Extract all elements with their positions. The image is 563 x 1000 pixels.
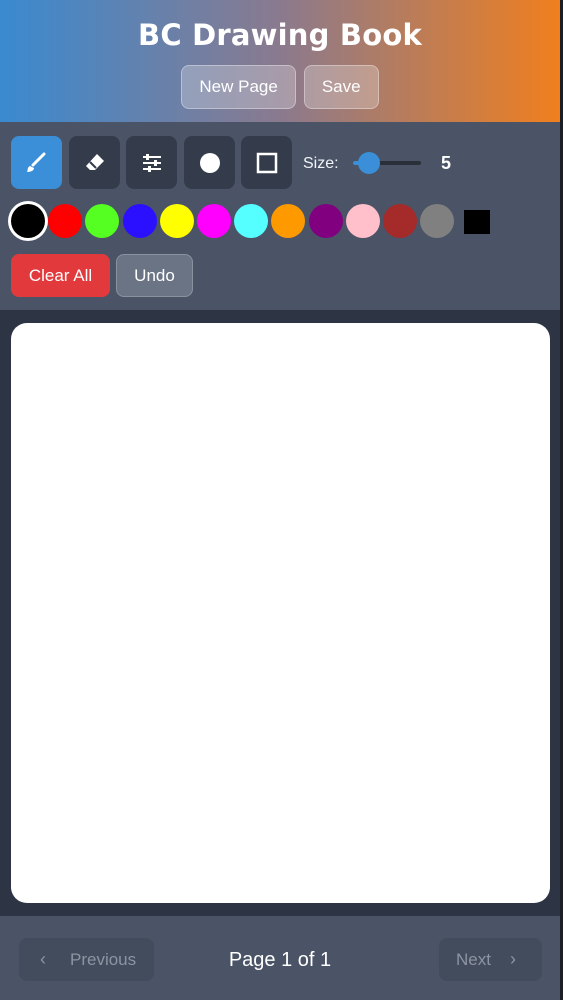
drawing-canvas[interactable] xyxy=(11,323,550,903)
canvas-area xyxy=(0,310,560,916)
size-label: Size: xyxy=(303,155,339,172)
eraser-tool-button[interactable] xyxy=(69,136,120,189)
color-swatch[interactable] xyxy=(48,204,83,238)
undo-button[interactable]: Undo xyxy=(116,254,193,297)
header-actions: New Page Save xyxy=(0,65,560,109)
circle-icon xyxy=(199,152,220,173)
color-swatch[interactable] xyxy=(271,204,306,238)
next-page-button[interactable]: Next › xyxy=(439,938,542,981)
circle-tool-button[interactable] xyxy=(184,136,235,189)
color-swatch[interactable] xyxy=(85,204,120,238)
size-slider-thumb[interactable] xyxy=(357,152,380,174)
brush-tool-button[interactable] xyxy=(11,136,62,189)
color-swatch[interactable] xyxy=(234,204,269,238)
color-swatch[interactable] xyxy=(197,204,231,238)
square-icon xyxy=(256,152,277,173)
next-label: Next xyxy=(456,950,491,969)
color-swatch[interactable] xyxy=(420,204,455,238)
color-swatch[interactable] xyxy=(308,204,343,238)
new-page-button[interactable]: New Page xyxy=(181,65,296,109)
color-swatch[interactable] xyxy=(122,204,157,238)
color-swatch[interactable] xyxy=(383,204,417,238)
size-value: 5 xyxy=(441,153,452,173)
app-title: BC Drawing Book xyxy=(138,18,422,52)
custom-color-picker[interactable] xyxy=(464,210,490,234)
clear-all-button[interactable]: Clear All xyxy=(11,254,110,297)
color-swatch[interactable] xyxy=(345,204,380,238)
rectangle-tool-button[interactable] xyxy=(241,136,292,189)
color-swatch[interactable] xyxy=(159,204,194,238)
color-swatch[interactable] xyxy=(11,204,45,238)
brush-icon xyxy=(26,152,45,172)
sliders-icon xyxy=(142,153,161,172)
page-navigation: ‹ Previous Page 1 of 1 Next › xyxy=(0,916,560,1000)
chevron-right-icon: › xyxy=(510,949,516,969)
save-button[interactable]: Save xyxy=(303,65,379,109)
eraser-icon xyxy=(85,153,104,170)
settings-tool-button[interactable] xyxy=(126,136,177,189)
app-header: BC Drawing Book New Page Save xyxy=(0,0,560,122)
drawing-app: BC Drawing Book New Page Save Size: 5 Cl… xyxy=(0,0,563,1000)
